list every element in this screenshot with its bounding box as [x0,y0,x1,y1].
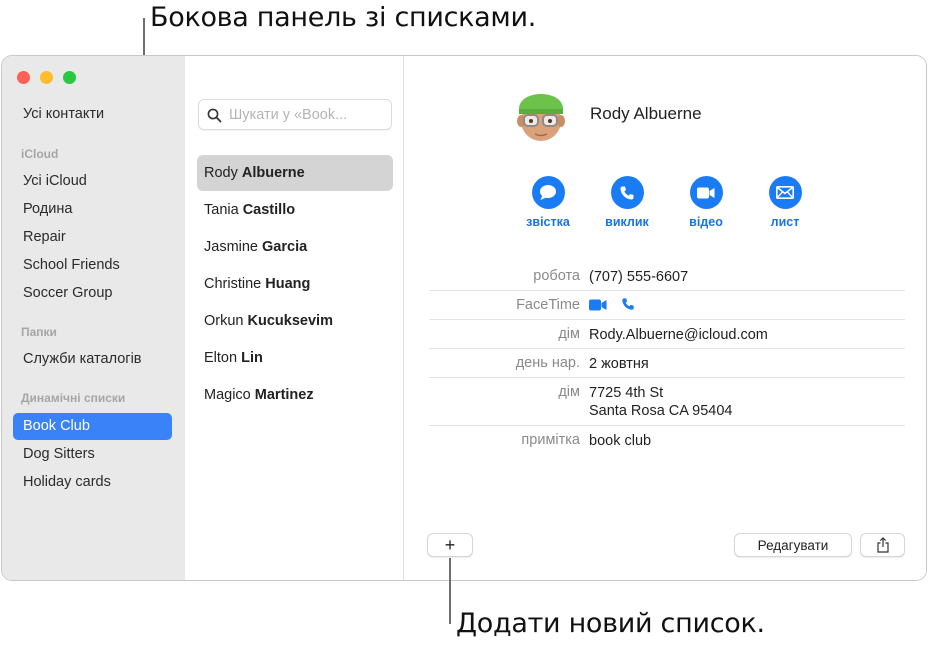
sidebar-item-soccer-group[interactable]: Soccer Group [13,280,172,307]
field-label: день нар. [515,355,580,371]
field-home-email: дім Rody.Albuerne@icloud.com [429,320,905,349]
share-icon [876,537,889,553]
callout-sidebar-text: Бокова панель зі списками. [150,2,537,33]
facetime-buttons [589,297,635,316]
contact-row[interactable]: Christine Huang [197,266,393,302]
field-label: примітка [521,432,580,448]
message-action[interactable]: звістка [518,176,578,229]
sidebar-item-all-icloud[interactable]: Усі iCloud [13,168,172,195]
contact-last-name: Huang [265,276,311,292]
video-icon [697,187,715,198]
contacts-window: Усі контакти iCloud Усі iCloud Родина Re… [1,55,927,581]
message-icon [540,185,556,200]
zoom-window-button[interactable] [63,71,76,84]
mail-label: лист [770,215,800,229]
field-label: робота [533,268,580,284]
field-label: FaceTime [516,297,580,313]
call-label: виклик [605,215,649,229]
facetime-audio-icon[interactable] [621,297,635,311]
contact-first-name: Tania [204,202,239,218]
contact-row[interactable]: Jasmine Garcia [197,229,393,265]
sidebar-item-family[interactable]: Родина [13,196,172,223]
close-window-button[interactable] [17,71,30,84]
sidebar-item-book-club[interactable]: Book Club [13,413,172,440]
address-line-2[interactable]: Santa Rosa CA 95404 [589,402,733,421]
mail-action[interactable]: лист [755,176,815,229]
message-label: звістка [526,215,570,229]
contact-row[interactable]: Magico Martinez [197,377,393,413]
sidebar-header-folders: Папки [21,325,57,339]
add-list-button[interactable]: + [427,533,473,557]
sidebar-item-repair[interactable]: Repair [13,224,172,251]
contact-row[interactable]: Rody Albuerne [197,155,393,191]
contact-last-name: Lin [241,350,263,366]
call-action[interactable]: виклик [597,176,657,229]
sidebar: Усі контакти iCloud Усі iCloud Родина Re… [2,56,185,580]
field-value: 2 жовтня [589,356,649,372]
mail-icon [776,186,794,199]
contact-card-name: Rody Albuerne [590,104,702,123]
sidebar-header-icloud: iCloud [21,147,59,161]
field-value[interactable]: (707) 555-6607 [589,268,688,287]
contact-first-name: Christine [204,276,262,292]
contact-last-name: Albuerne [241,165,305,181]
sidebar-item-all-contacts[interactable]: Усі контакти [13,101,172,128]
contact-list-column: Rody Albuerne Tania Castillo Jasmine Gar… [185,56,404,580]
contact-row[interactable]: Orkun Kucuksevim [197,303,393,339]
field-birthday: день нар. 2 жовтня [429,349,905,378]
contact-row[interactable]: Elton Lin [197,340,393,376]
contact-first-name: Elton [204,350,238,366]
contact-last-name: Garcia [262,239,308,255]
search-icon [207,108,222,123]
contact-first-name: Rody [204,165,238,181]
search-input[interactable] [229,105,387,125]
sidebar-item-school-friends[interactable]: School Friends [13,252,172,279]
contact-last-name: Castillo [242,202,296,218]
field-facetime: FaceTime [429,291,905,320]
contact-last-name: Kucuksevim [247,313,333,329]
field-label: дім [558,326,580,342]
callout-add-text: Додати новий список. [456,608,765,639]
address-line-1[interactable]: 7725 4th St [589,384,663,403]
search-field[interactable] [198,99,392,130]
contact-first-name: Orkun [204,313,244,329]
sidebar-header-smart-lists: Динамічні списки [21,391,126,405]
minimize-window-button[interactable] [40,71,53,84]
field-label: дім [558,384,580,400]
facetime-video-icon[interactable] [589,299,607,311]
sidebar-item-directory-services[interactable]: Служби каталогів [13,346,172,373]
field-value[interactable]: Rody.Albuerne@icloud.com [589,326,768,345]
field-note: примітка book club [429,426,905,455]
phone-icon [620,186,634,199]
contact-last-name: Martinez [254,387,314,403]
contact-first-name: Magico [204,387,251,403]
sidebar-item-holiday-cards[interactable]: Holiday cards [13,469,172,496]
avatar [517,94,565,141]
field-value: book club [589,433,652,449]
video-action[interactable]: відео [676,176,736,229]
contact-first-name: Jasmine [204,239,258,255]
callout-add-line [449,558,451,624]
video-label: відео [689,215,723,229]
edit-button[interactable]: Редагувати [734,533,852,557]
contact-row[interactable]: Tania Castillo [197,192,393,228]
sidebar-item-dog-sitters[interactable]: Dog Sitters [13,441,172,468]
share-button[interactable] [860,533,905,557]
field-work-phone: робота (707) 555-6607 [429,262,905,291]
contact-card: Rody Albuerne звістка виклик відео лист … [405,56,926,580]
field-home-address: дім 7725 4th St Santa Rosa CA 95404 [429,378,905,426]
